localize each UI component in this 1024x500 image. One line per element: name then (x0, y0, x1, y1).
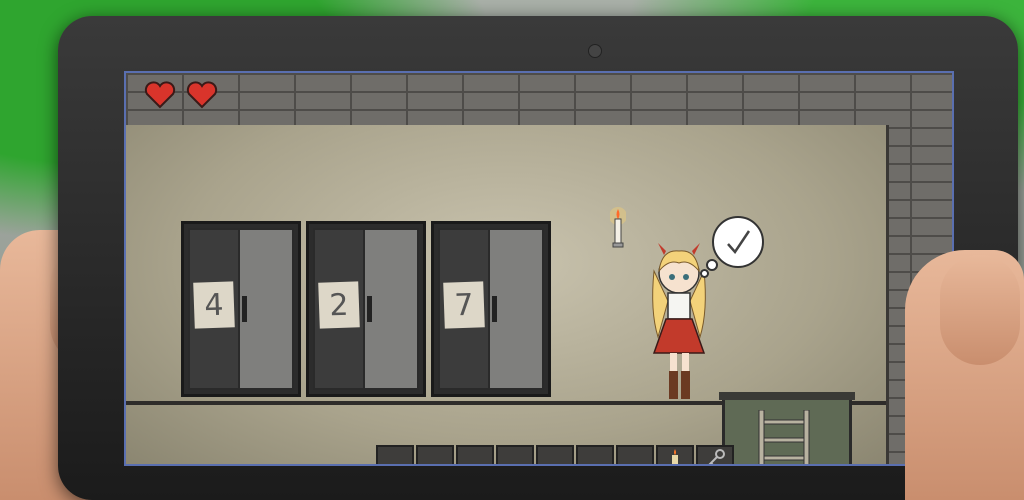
thought-dot (700, 269, 709, 278)
inventory-slot[interactable] (376, 445, 414, 464)
game-screen[interactable]: 4 2 7 (124, 71, 954, 466)
inventory-slot[interactable] (616, 445, 654, 464)
inventory-slot[interactable] (496, 445, 534, 464)
lives-display (144, 81, 218, 109)
camera-icon (588, 44, 602, 58)
heart-icon (186, 81, 218, 109)
inventory-slot-candle[interactable] (656, 445, 694, 464)
locker-number-note: 7 (443, 281, 485, 329)
locker-1[interactable]: 4 (181, 221, 301, 397)
right-thumb (940, 255, 1020, 365)
key-item-icon (708, 449, 725, 464)
locker-handle (367, 296, 372, 322)
wall-candle-icon[interactable] (610, 206, 626, 256)
ladder-icon[interactable] (755, 410, 813, 466)
thought-bubble (712, 216, 764, 268)
locker-handle (242, 296, 247, 322)
inventory-slot[interactable] (576, 445, 614, 464)
locker-3[interactable]: 7 (431, 221, 551, 397)
heart-icon (144, 81, 176, 109)
girl-character[interactable] (644, 241, 714, 401)
locker-number-note: 2 (318, 281, 360, 329)
candle-item-icon (672, 449, 678, 464)
inventory-slot[interactable] (536, 445, 574, 464)
locker-2[interactable]: 2 (306, 221, 426, 397)
locker-number-note: 4 (193, 281, 235, 329)
locker-handle (492, 296, 497, 322)
inventory-bar (376, 445, 734, 464)
checkmark-icon (727, 230, 751, 255)
inventory-slot[interactable] (456, 445, 494, 464)
inventory-slot-key[interactable] (696, 445, 734, 464)
crate-lid (719, 392, 855, 400)
inventory-slot[interactable] (416, 445, 454, 464)
crate[interactable] (719, 392, 855, 466)
thought-dot (706, 259, 718, 271)
